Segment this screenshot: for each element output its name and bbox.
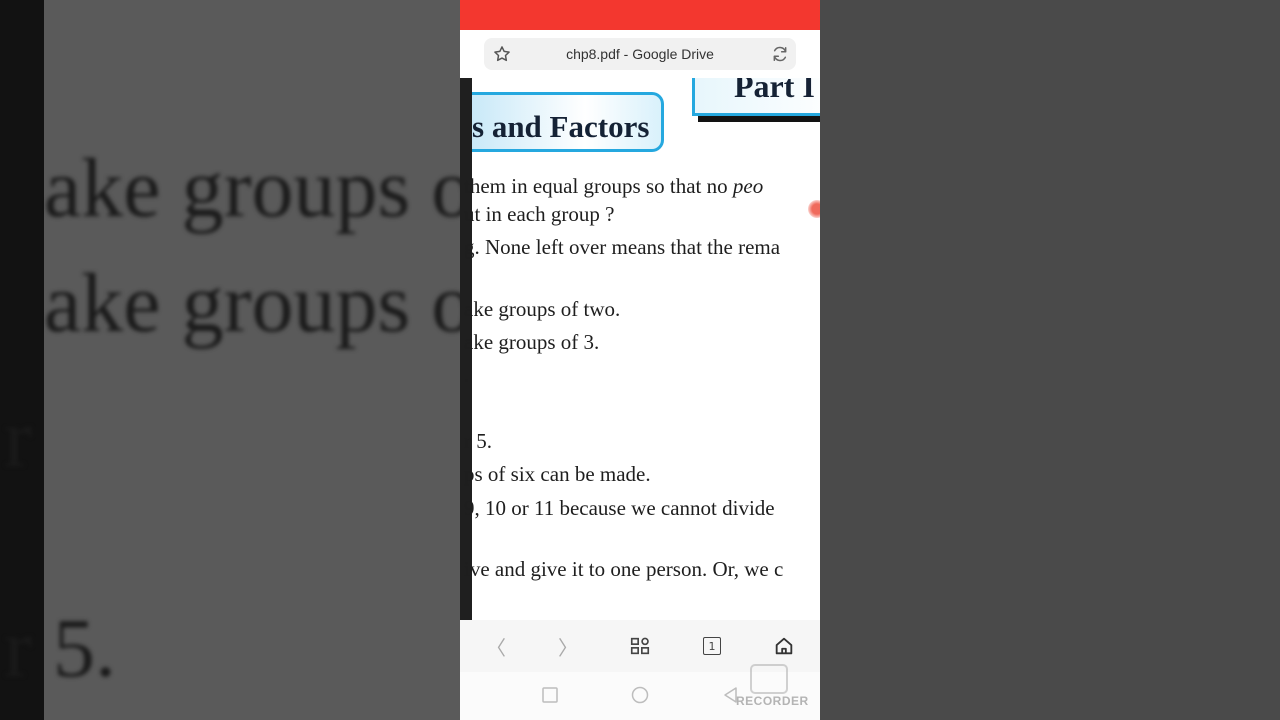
background-line: ake groups of — [44, 257, 460, 350]
tabs-count: 1 — [703, 637, 721, 655]
home-button[interactable] — [766, 628, 802, 664]
pdf-line-italic: peo — [732, 174, 764, 198]
background-line: r — [4, 392, 32, 485]
touch-indicator — [808, 200, 820, 218]
recorder-watermark-icon — [750, 664, 788, 694]
part-label: Part I — [734, 78, 815, 104]
pdf-line: 9, 10 or 11 because we cannot divide — [464, 496, 775, 520]
status-bar — [460, 0, 820, 30]
home-icon — [775, 637, 793, 655]
page-title: chp8.pdf - Google Drive — [566, 46, 714, 62]
forward-button[interactable]: 〉 — [550, 628, 586, 664]
pdf-line: . — [464, 363, 470, 387]
back-icon: 〈 — [486, 635, 506, 660]
pdf-line: ake groups of two. — [464, 297, 621, 321]
pdf-line: them in equal groups so that no peo — [464, 174, 763, 199]
background-line: ake groups of — [44, 142, 460, 235]
reload-icon[interactable] — [770, 44, 790, 64]
chapter-heading-box: s and Factors — [472, 92, 664, 152]
tabs-button[interactable]: 1 — [694, 628, 730, 664]
background-left: ake groups of ake groups of r r 5. — [0, 0, 460, 720]
background-line: r 5. — [4, 602, 116, 695]
grid-menu-icon — [630, 637, 650, 655]
address-bar[interactable]: chp8.pdf - Google Drive — [484, 38, 796, 70]
pdf-line: ake groups of 3. — [464, 330, 600, 354]
home-circle-icon[interactable] — [631, 686, 649, 704]
background-right — [820, 0, 1280, 720]
phone-screen: chp8.pdf - Google Drive Part I s and Fac… — [460, 0, 820, 720]
recorder-watermark: RECORDER — [736, 694, 809, 708]
pdf-line: ut in each group ? — [464, 202, 615, 226]
chapter-heading: s and Factors — [472, 109, 650, 144]
menu-button[interactable] — [622, 628, 658, 664]
pdf-line: r 5. — [464, 429, 492, 453]
pdf-viewer[interactable]: Part I s and Factors them in equal group… — [460, 78, 820, 620]
back-button[interactable]: 〈 — [478, 628, 514, 664]
browser-toolbar: chp8.pdf - Google Drive — [460, 30, 820, 78]
pdf-line: g. None left over means that the rema — [464, 235, 781, 259]
pdf-line: ps of six can be made. — [464, 462, 651, 486]
background-text-block: ake groups of ake groups of r r 5. — [4, 0, 460, 720]
pdf-line-text: them in equal groups so that no — [464, 174, 733, 198]
part-label-shadow — [698, 116, 820, 122]
star-icon[interactable] — [492, 44, 512, 64]
forward-icon: 〉 — [558, 635, 578, 660]
pdf-line: ive and give it to one person. Or, we c — [464, 557, 784, 581]
recents-icon[interactable] — [541, 686, 559, 704]
